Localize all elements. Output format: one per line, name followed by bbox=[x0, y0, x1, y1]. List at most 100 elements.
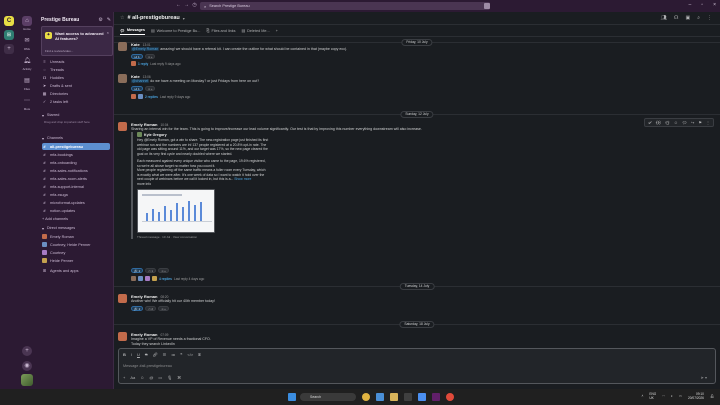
rail-dms[interactable]: ✉ DMs bbox=[20, 36, 34, 51]
dm-item[interactable]: Heide Penner bbox=[42, 257, 110, 264]
more-icon[interactable]: ⋮ bbox=[707, 15, 712, 21]
huddle-icon[interactable]: ☊ bbox=[674, 15, 678, 21]
dm-item[interactable]: Courtney, Heide Penner bbox=[42, 241, 110, 248]
search-icon[interactable]: ⌕ bbox=[697, 15, 700, 21]
forward-arrow-icon[interactable]: → bbox=[184, 2, 189, 8]
windows-start-icon[interactable] bbox=[288, 393, 296, 401]
code-block-icon[interactable]: ⌸ bbox=[198, 352, 200, 357]
rail-files[interactable]: ▤ Files bbox=[20, 76, 34, 91]
emoji-icon[interactable]: ☺ bbox=[140, 375, 144, 380]
search-bar[interactable]: ⌕ Search Prestige Bureau bbox=[200, 2, 490, 10]
new-message-icon[interactable]: + bbox=[22, 346, 32, 356]
channel-item[interactable]: # mfa-sales-notifications bbox=[42, 167, 110, 174]
tab-messages[interactable]: 💬︎ Messages bbox=[120, 26, 145, 35]
ai-promo-card[interactable]: ✦ Want access to advanced AI features? ×… bbox=[41, 26, 113, 56]
nav-tasks[interactable]: ✓ 2 tasks left bbox=[42, 98, 110, 105]
shortcut-icon[interactable]: ⌘ bbox=[177, 375, 181, 380]
avatar[interactable] bbox=[118, 294, 127, 303]
add-workspace-icon[interactable]: + bbox=[4, 44, 14, 54]
show-more-link[interactable]: Show more bbox=[234, 177, 251, 181]
channel-item[interactable]: # mfa-bookings bbox=[42, 151, 110, 158]
nav-drafts[interactable]: ➤ Drafts & sent bbox=[42, 82, 110, 89]
thread-summary[interactable]: 2 replies Last reply 9 days ago bbox=[131, 94, 190, 99]
channel-item[interactable]: # mfa-support-internal bbox=[42, 183, 110, 190]
add-channels-button[interactable]: + Add channels bbox=[42, 215, 110, 222]
maximize-icon[interactable]: ▫ bbox=[701, 2, 703, 8]
nav-huddles[interactable]: ☊ Huddles bbox=[42, 74, 110, 81]
reaction[interactable]: 🔥︎ 1 bbox=[145, 268, 157, 273]
chrome-icon[interactable] bbox=[446, 393, 454, 401]
code-icon[interactable]: </> bbox=[187, 352, 193, 357]
reaction[interactable]: 👍︎ 1 bbox=[131, 54, 143, 59]
add-reaction-button[interactable]: ☺+ bbox=[158, 306, 169, 311]
minimize-icon[interactable]: – bbox=[689, 2, 692, 8]
workspace-logo[interactable]: C bbox=[4, 16, 14, 26]
dm-item[interactable]: Courtney bbox=[42, 249, 110, 256]
huddle-icon[interactable]: ◉ bbox=[22, 361, 32, 371]
quote-footer[interactable]: Thread message · 10 Jul · View conversat… bbox=[137, 235, 321, 239]
channel-name[interactable]: # all-prestigebureau bbox=[127, 15, 179, 21]
close-icon[interactable]: × bbox=[713, 2, 716, 8]
battery-icon[interactable]: ▭ bbox=[679, 394, 682, 398]
attached-image[interactable] bbox=[137, 189, 215, 233]
slack-icon[interactable] bbox=[432, 393, 440, 401]
reaction[interactable]: 🎉︎ 2 bbox=[131, 306, 144, 311]
thread-summary[interactable]: 1 reply Last reply 9 days ago bbox=[131, 61, 181, 66]
language-indicator[interactable]: ENG UK bbox=[649, 392, 656, 400]
rail-home[interactable]: ⌂ Home bbox=[20, 16, 34, 31]
date-pill[interactable]: Tuesday, 14 July bbox=[399, 283, 435, 290]
italic-icon[interactable]: I bbox=[131, 352, 132, 357]
nav-unreads[interactable]: ≡ Unreads bbox=[42, 58, 110, 65]
ordered-list-icon[interactable]: ☰ bbox=[163, 352, 167, 357]
mention[interactable]: @channel bbox=[131, 79, 150, 83]
tab-files[interactable]: ⎘ Files and links bbox=[206, 26, 235, 35]
nav-threads[interactable]: ◌ Threads bbox=[42, 66, 110, 73]
reaction[interactable]: 🎉︎ 2 bbox=[131, 268, 144, 273]
mic-icon[interactable]: 🎙︎ bbox=[167, 375, 172, 380]
channel-item[interactable]: # mfa-onboarding bbox=[42, 159, 110, 166]
tab-add[interactable]: + bbox=[276, 26, 278, 35]
workspace-switch-icon[interactable]: ⊞ bbox=[4, 30, 14, 40]
app-icon[interactable] bbox=[362, 393, 370, 401]
workspace-name[interactable]: Prestige Bureau bbox=[41, 17, 79, 23]
video-icon[interactable]: ▭ bbox=[158, 375, 162, 380]
chevron-down-icon[interactable]: ▾ bbox=[183, 16, 185, 21]
file-explorer-icon[interactable] bbox=[376, 393, 384, 401]
compose-icon[interactable]: ✎ bbox=[107, 17, 111, 23]
channels-section[interactable]: ▾ Channels bbox=[42, 136, 63, 141]
tab-deleted[interactable]: ▤ Deleted Me... bbox=[242, 26, 270, 35]
canvas-icon[interactable]: ▣ bbox=[685, 15, 690, 21]
clock[interactable]: 09:10 20/07/2026 bbox=[688, 392, 704, 400]
underline-icon[interactable]: U bbox=[137, 352, 140, 357]
reaction[interactable]: 👍︎ 1 bbox=[131, 86, 143, 91]
channel-item[interactable]: # mfa-sales-room-alerts bbox=[42, 175, 110, 182]
user-avatar[interactable] bbox=[21, 374, 33, 386]
avatar[interactable] bbox=[118, 74, 127, 83]
channel-item[interactable]: # mfa-xsuga bbox=[42, 191, 110, 198]
volume-icon[interactable]: 🔈︎ bbox=[671, 394, 673, 398]
mention[interactable]: @Emely Roman bbox=[131, 47, 160, 51]
mention-icon[interactable]: @ bbox=[149, 375, 153, 380]
message-input[interactable]: Message #all-prestigebureau bbox=[123, 364, 172, 368]
browser-icon[interactable] bbox=[418, 393, 426, 401]
wifi-icon[interactable]: ◠ bbox=[662, 394, 665, 398]
starred-section[interactable]: ▾ Starred bbox=[42, 113, 59, 118]
avatar[interactable] bbox=[118, 332, 127, 341]
bullet-list-icon[interactable]: ≔ bbox=[171, 352, 175, 357]
add-reaction-button[interactable]: ☺+ bbox=[158, 268, 169, 273]
tab-welcome[interactable]: ▤ Welcome to Prestige Bu... bbox=[151, 26, 200, 35]
history-icon[interactable]: ◷ bbox=[192, 2, 197, 8]
nav-directories[interactable]: ▦ Directories bbox=[42, 90, 110, 97]
format-icon[interactable]: Aa bbox=[130, 375, 135, 380]
dms-section[interactable]: ▾ Direct messages bbox=[42, 226, 75, 231]
notifications-icon[interactable]: 🔔︎ bbox=[710, 394, 714, 398]
bold-icon[interactable]: B bbox=[123, 352, 126, 357]
thread-summary[interactable]: 4 replies Last reply 4 days ago bbox=[131, 276, 204, 281]
channel-item[interactable]: # microformat-updates bbox=[42, 199, 110, 206]
shared-message[interactable]: Kyle Gregory Hey @Emely Roman, got a win… bbox=[131, 132, 321, 239]
back-arrow-icon[interactable]: ← bbox=[176, 2, 181, 8]
help-icon[interactable] bbox=[484, 3, 490, 9]
rail-activity[interactable]: 🔔︎ Activity bbox=[20, 56, 34, 71]
rail-more[interactable]: ⋯ More bbox=[20, 96, 34, 111]
folder-icon[interactable] bbox=[390, 393, 398, 401]
